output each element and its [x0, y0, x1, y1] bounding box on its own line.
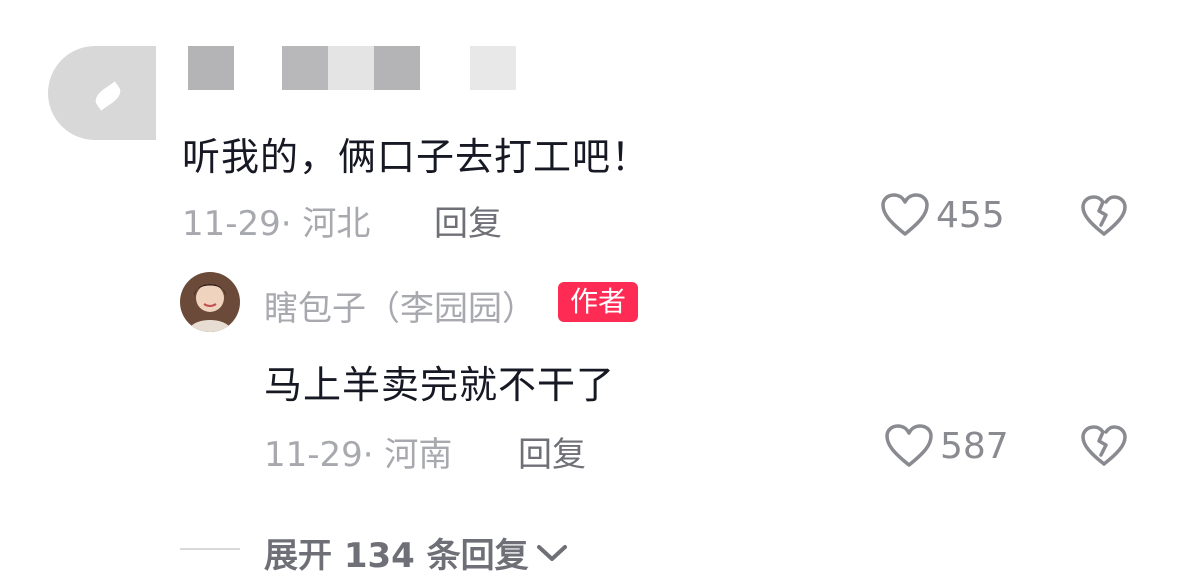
reply-button[interactable]: 回复	[434, 196, 502, 245]
reply-author-name[interactable]: 瞎包子（李园园）	[264, 281, 536, 330]
dislike-button[interactable]	[1080, 424, 1128, 472]
author-badge: 作者	[558, 282, 639, 322]
heart-outline-icon	[885, 424, 933, 467]
reply-button[interactable]: 回复	[518, 427, 586, 476]
expand-replies-label: 展开 134 条回复	[264, 536, 529, 576]
heart-outline-icon	[881, 193, 929, 236]
like-count: 455	[936, 194, 1005, 236]
dislike-button[interactable]	[1080, 194, 1128, 242]
broken-heart-icon	[1081, 425, 1127, 466]
reply-meta: 11-29· 河南	[264, 435, 453, 475]
like-button[interactable]: 455	[880, 192, 1005, 238]
reply-text: 马上羊卖完就不干了	[264, 363, 616, 407]
chevron-down-icon	[536, 544, 567, 561]
avatar[interactable]	[48, 46, 156, 140]
comment-text: 听我的，俩口子去打工吧！	[182, 135, 651, 179]
reply-avatar[interactable]	[180, 272, 240, 332]
username-mosaic[interactable]	[188, 46, 518, 90]
divider	[180, 548, 240, 550]
like-button[interactable]: 587	[884, 423, 1009, 469]
comment-meta: 11-29· 河北	[182, 204, 371, 244]
expand-replies-button[interactable]: 展开 134 条回复	[264, 528, 569, 577]
like-count: 587	[940, 425, 1009, 467]
broken-heart-icon	[1081, 195, 1127, 236]
